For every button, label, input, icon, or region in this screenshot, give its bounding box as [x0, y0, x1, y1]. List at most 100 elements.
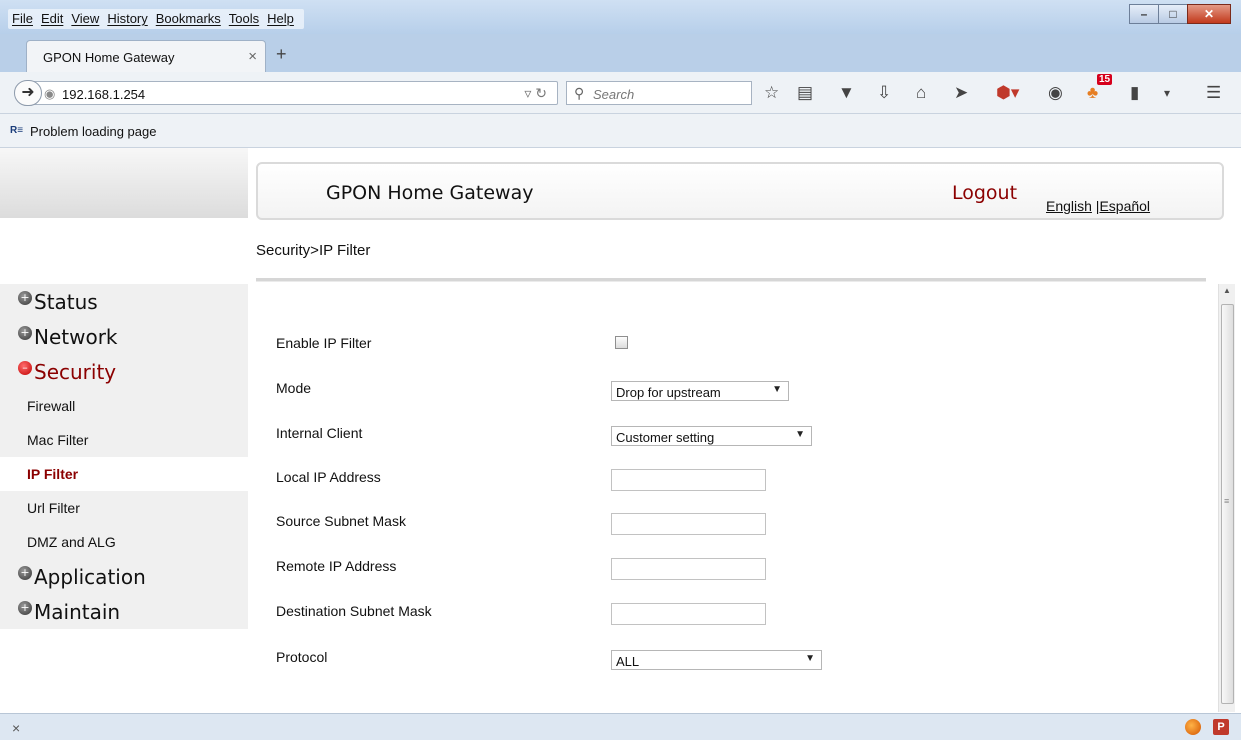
addon-icon[interactable]: ♣	[1087, 83, 1098, 103]
local-ip-input[interactable]	[611, 469, 766, 491]
bookmark-problem-loading[interactable]: Problem loading page	[30, 124, 156, 139]
close-statusbar-icon[interactable]: ×	[12, 720, 20, 736]
status-bar: × P	[0, 713, 1241, 740]
sidebar-group-maintain[interactable]: + Maintain	[0, 594, 248, 629]
plus-icon: +	[18, 600, 32, 615]
protocol-label: Protocol	[276, 649, 328, 665]
pocket-icon[interactable]: ▼	[838, 83, 855, 103]
mode-select[interactable]: Drop for upstream ▼	[611, 381, 789, 401]
language-switcher: English |Español	[1046, 198, 1150, 214]
sidebar-group-status[interactable]: + Status	[0, 284, 248, 319]
maximize-icon[interactable]: □	[1158, 4, 1188, 24]
sidebar-group-label: Security	[34, 359, 117, 384]
addon-badge: 15	[1097, 74, 1113, 85]
minimize-icon[interactable]: –	[1129, 4, 1159, 24]
reading-list-icon[interactable]: ▤	[797, 83, 813, 103]
sidebar-logo-area	[0, 148, 248, 218]
mode-label: Mode	[276, 380, 312, 396]
plus-icon: +	[18, 290, 32, 305]
chevron-down-icon: ▼	[795, 429, 805, 440]
remote-ip-input[interactable]	[611, 558, 766, 580]
sidebar-group-label: Maintain	[34, 599, 121, 624]
send-icon[interactable]: ➤	[954, 83, 968, 103]
tab-close-icon[interactable]: ×	[248, 48, 257, 65]
menu-history[interactable]: History	[103, 11, 151, 26]
sidebar-item-mac-filter[interactable]: Mac Filter	[0, 423, 248, 457]
app-title: GPON Home Gateway	[326, 182, 534, 204]
sidebar-item-url-filter[interactable]: Url Filter	[0, 491, 248, 525]
enable-ip-filter-label: Enable IP Filter	[276, 335, 372, 351]
more-tools-icon[interactable]: ▾	[1164, 83, 1170, 103]
bookmark-star-icon[interactable]: ☆	[764, 83, 779, 103]
sidebar-group-label: Status	[34, 289, 98, 314]
vertical-scrollbar[interactable]: ▲ ≡	[1218, 284, 1235, 712]
source-subnet-mask-label: Source Subnet Mask	[276, 513, 406, 529]
search-placeholder: Search	[593, 87, 635, 102]
breadcrumb: Security>IP Filter	[256, 242, 371, 259]
download-icon[interactable]: ⇩	[877, 83, 891, 103]
internal-client-select-value: Customer setting	[616, 430, 715, 445]
protocol-select[interactable]: ALL ▼	[611, 650, 822, 670]
sidebar-group-label: Network	[34, 324, 118, 349]
sidebar-item-ip-filter[interactable]: IP Filter	[0, 457, 248, 491]
minus-icon: –	[18, 360, 32, 375]
menu-file[interactable]: File	[8, 11, 37, 26]
adblock-icon[interactable]: ⬢▾	[996, 83, 1019, 103]
remote-ip-label: Remote IP Address	[276, 558, 397, 574]
search-input[interactable]: ⚲ Search	[566, 81, 752, 105]
sidebar-item-dmz-alg[interactable]: DMZ and ALG	[0, 525, 248, 559]
rss-icon: R≡	[10, 125, 24, 136]
lang-spanish-link[interactable]: Español	[1099, 198, 1150, 214]
chevron-down-icon: ▼	[805, 653, 815, 664]
menu-bar: File Edit View History Bookmarks Tools H…	[0, 0, 1241, 34]
lang-english-link[interactable]: English	[1046, 198, 1092, 214]
sidebar-group-label: Application	[34, 564, 146, 589]
sidebar-item-firewall[interactable]: Firewall	[0, 389, 248, 423]
tab-bar: GPON Home Gateway × +	[0, 34, 1241, 73]
enable-ip-filter-checkbox[interactable]	[615, 336, 628, 349]
source-subnet-mask-input[interactable]	[611, 513, 766, 535]
clipboard-icon[interactable]: ▮	[1130, 83, 1139, 103]
chat-icon[interactable]: ◉	[1048, 83, 1063, 103]
url-bar[interactable]: ◉ 192.168.1.254 ▿ ↻	[30, 81, 558, 105]
local-ip-label: Local IP Address	[276, 469, 381, 485]
logout-link[interactable]: Logout	[952, 182, 1017, 204]
addon-p-icon[interactable]: P	[1213, 719, 1229, 735]
sidebar-group-network[interactable]: + Network	[0, 319, 248, 354]
menu-tools[interactable]: Tools	[225, 11, 263, 26]
destination-subnet-mask-input[interactable]	[611, 603, 766, 625]
protocol-select-value: ALL	[616, 654, 640, 669]
url-text: 192.168.1.254	[62, 87, 146, 102]
back-icon[interactable]: ➜	[14, 80, 42, 106]
menu-help[interactable]: Help	[263, 11, 298, 26]
window-controls: – □ ✕	[1129, 4, 1231, 24]
chevron-down-icon: ▼	[772, 384, 782, 395]
menu-view[interactable]: View	[67, 11, 103, 26]
bookmarks-bar: R≡ Problem loading page	[0, 114, 1241, 148]
hamburger-menu-icon[interactable]: ☰	[1206, 83, 1221, 103]
internal-client-select[interactable]: Customer setting ▼	[611, 426, 812, 446]
navigation-toolbar: ◉ 192.168.1.254 ▿ ↻ ➜ ⚲ Search ☆ ▤ ▼ ⇩ ⌂…	[0, 72, 1241, 114]
sidebar-group-application[interactable]: + Application	[0, 559, 248, 594]
firefox-icon	[1185, 719, 1201, 735]
reload-icon[interactable]: ▿ ↻	[524, 85, 547, 102]
destination-subnet-mask-label: Destination Subnet Mask	[276, 603, 432, 619]
home-icon[interactable]: ⌂	[916, 83, 926, 103]
close-window-icon[interactable]: ✕	[1187, 4, 1231, 24]
plus-icon: +	[18, 325, 32, 340]
mode-select-value: Drop for upstream	[616, 385, 721, 400]
tab-title: GPON Home Gateway	[43, 50, 175, 65]
site-identity-icon[interactable]: ◉	[44, 86, 55, 102]
grip-icon: ≡	[1224, 496, 1230, 506]
menu-edit[interactable]: Edit	[37, 11, 67, 26]
sidebar-group-security[interactable]: – Security	[0, 354, 248, 389]
search-icon: ⚲	[574, 85, 585, 101]
sidebar: + Status + Network – Security Firewall M…	[0, 284, 248, 629]
new-tab-icon[interactable]: +	[276, 44, 287, 65]
browser-tab[interactable]: GPON Home Gateway ×	[26, 40, 266, 73]
scroll-up-icon[interactable]: ▲	[1223, 286, 1231, 295]
menu-bookmarks[interactable]: Bookmarks	[152, 11, 225, 26]
plus-icon: +	[18, 565, 32, 580]
menu-list: File Edit View History Bookmarks Tools H…	[8, 9, 304, 29]
internal-client-label: Internal Client	[276, 425, 363, 441]
